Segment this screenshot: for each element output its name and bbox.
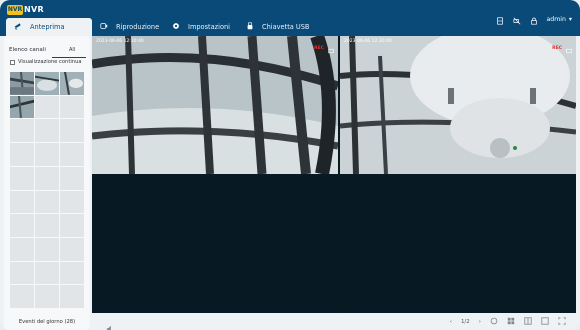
volume-icon[interactable]: [106, 318, 114, 330]
thumbnail-empty: [60, 143, 84, 166]
channel-list-row: Elenco canali All: [9, 45, 87, 55]
screenshot-icon[interactable]: [566, 39, 572, 58]
channel-list-label: Elenco canali: [9, 47, 46, 53]
thumbnail-empty: [10, 143, 34, 166]
playback-icon: [100, 22, 108, 32]
thumbnail-empty: [10, 285, 34, 308]
video-channel-2[interactable]: 2023-06-06 12:30:40 REC: [340, 36, 576, 174]
continuous-view-checkbox[interactable]: [10, 59, 15, 65]
video-channel-3[interactable]: [92, 176, 338, 313]
thumbnail-grid: [10, 72, 84, 308]
tab-preview[interactable]: Anteprima: [6, 18, 92, 36]
thumbnail-empty: [35, 143, 59, 166]
main-tabs: Anteprima Riproduzione Impostazioni Chia…: [6, 18, 328, 36]
continuous-view-row[interactable]: Visualizzazione continua: [10, 59, 82, 65]
camera-icon: [14, 22, 22, 32]
brand: NVR NVR: [7, 3, 44, 16]
user-menu[interactable]: admin ▾: [547, 16, 573, 23]
rec-indicator: REC: [552, 46, 562, 51]
video-channel-4[interactable]: [340, 176, 576, 313]
usb-icon: [246, 22, 254, 32]
video-timestamp: 2023-06-06 12:30:40: [344, 39, 392, 44]
top-right-controls: admin ▾: [496, 10, 573, 29]
tab-playback[interactable]: Riproduzione: [92, 18, 164, 36]
thumbnail-empty: [35, 95, 59, 119]
thumbnail-4[interactable]: [10, 95, 34, 119]
video-channel-1[interactable]: 2023-06-06 12:30:40 REC: [92, 36, 338, 174]
username: admin: [546, 16, 566, 23]
thumbnail-empty: [60, 166, 84, 190]
export-icon[interactable]: [496, 10, 504, 29]
thumbnail-empty: [10, 190, 34, 214]
continuous-view-label: Visualizzazione continua: [18, 59, 82, 65]
page-indicator: 1/2: [460, 319, 470, 325]
tab-playback-label: Riproduzione: [116, 23, 160, 31]
thumbnail-empty: [10, 237, 34, 261]
screenshot-icon[interactable]: [328, 39, 334, 58]
thumbnail-empty: [35, 214, 59, 237]
tab-settings-label: Impostazioni: [188, 23, 230, 31]
rec-indicator: REC: [314, 46, 324, 51]
thumbnail-empty: [35, 190, 59, 214]
thumbnail-2[interactable]: [35, 72, 59, 95]
video-status: REC: [552, 39, 572, 58]
brand-name: NVR: [24, 5, 44, 14]
thumbnail-empty: [60, 261, 84, 285]
top-bar: NVR NVR Anteprima Riproduzione Impostazi…: [0, 0, 580, 36]
fullscreen-icon[interactable]: [558, 317, 566, 327]
chevron-down-icon: ▾: [568, 16, 572, 23]
layout-split-icon[interactable]: [524, 317, 532, 327]
layout-grid-icon[interactable]: [507, 317, 515, 327]
record-icon[interactable]: [490, 317, 498, 327]
thumbnail-empty: [60, 95, 84, 119]
thumbnail-empty: [60, 190, 84, 214]
channel-select-underline: [52, 57, 86, 58]
chevron-left-icon[interactable]: ‹: [450, 319, 452, 325]
tab-preview-label: Anteprima: [30, 23, 65, 31]
bottom-toolbar: ‹ 1/2 ›: [92, 313, 576, 330]
thumbnail-empty: [10, 214, 34, 237]
video-timestamp: 2023-06-06 12:30:40: [96, 39, 144, 44]
channel-select[interactable]: All: [69, 46, 87, 54]
thumbnail-empty: [60, 214, 84, 237]
tab-usb-label: Chiavetta USB: [262, 23, 310, 31]
channel-select-value: All: [69, 47, 76, 53]
app-window: NVR NVR Anteprima Riproduzione Impostazi…: [0, 0, 580, 330]
thumbnail-3[interactable]: [60, 72, 84, 95]
thumbnail-empty: [60, 285, 84, 308]
camera-off-icon[interactable]: [512, 10, 521, 29]
bottom-controls: ‹ 1/2 ›: [450, 317, 566, 327]
thumbnail-1[interactable]: [10, 72, 34, 95]
video-grid: 2023-06-06 12:30:40 REC 2023-06-06 12:30…: [92, 36, 576, 313]
thumbnail-empty: [35, 166, 59, 190]
tab-settings[interactable]: Impostazioni: [164, 18, 238, 36]
thumbnail-empty: [10, 261, 34, 285]
layout-single-icon[interactable]: [541, 317, 549, 327]
thumbnail-empty: [60, 237, 84, 261]
video-status: REC: [314, 39, 334, 58]
thumbnail-empty: [60, 119, 84, 143]
lock-icon[interactable]: [530, 10, 538, 29]
thumbnail-empty: [35, 119, 59, 143]
gear-icon: [172, 22, 180, 32]
thumbnail-empty: [35, 261, 59, 285]
chevron-right-icon[interactable]: ›: [479, 319, 481, 325]
thumbnail-empty: [35, 237, 59, 261]
left-panel: Elenco canali All Visualizzazione contin…: [4, 36, 90, 330]
thumbnail-empty: [35, 285, 59, 308]
thumbnail-empty: [10, 119, 34, 143]
brand-logo: NVR: [7, 4, 23, 15]
tab-usb[interactable]: Chiavetta USB: [238, 18, 328, 36]
events-today-label: Eventi del giorno (28): [18, 319, 76, 325]
thumbnail-empty: [10, 166, 34, 190]
